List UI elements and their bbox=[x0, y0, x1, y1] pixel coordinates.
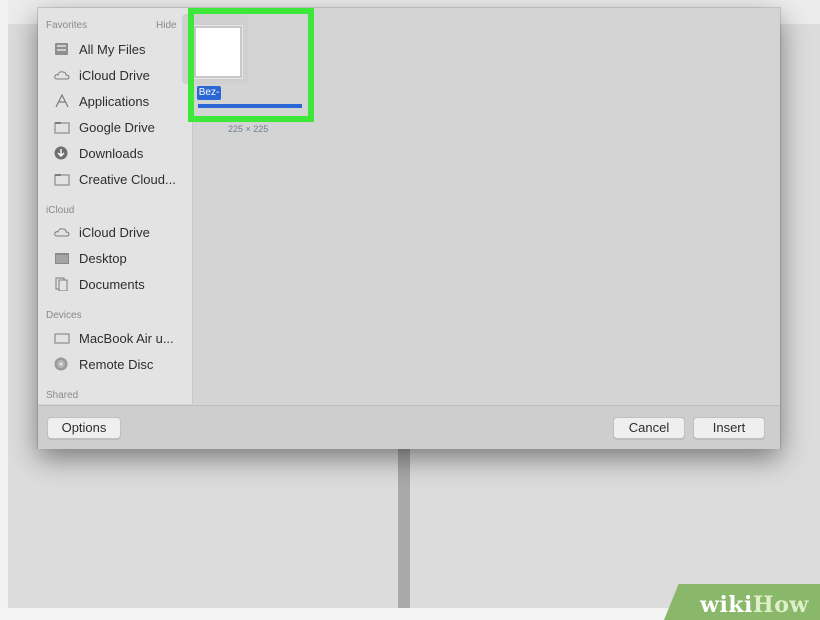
sidebar-item-desktop[interactable]: Desktop bbox=[54, 248, 127, 268]
sidebar-item-google-drive[interactable]: Google Drive bbox=[54, 117, 155, 137]
hide-favorites-link[interactable]: Hide bbox=[156, 20, 177, 31]
sidebar-item-creative-cloud[interactable]: Creative Cloud... bbox=[54, 169, 176, 189]
shared-header: Shared bbox=[46, 390, 79, 401]
all-files-icon bbox=[54, 42, 70, 56]
sidebar-item-label: Documents bbox=[79, 276, 145, 292]
sidebar-item-label: Applications bbox=[79, 93, 150, 109]
documents-icon bbox=[54, 277, 70, 291]
sidebar-item-label: Creative Cloud... bbox=[79, 171, 176, 187]
sidebar-item-icloud-drive-2[interactable]: iCloud Drive bbox=[54, 222, 150, 242]
sidebar-item-all-my-files[interactable]: All My Files bbox=[54, 39, 145, 59]
sidebar-item-label: iCloud Drive bbox=[79, 67, 150, 83]
sidebar-item-icloud-drive[interactable]: iCloud Drive bbox=[54, 65, 150, 85]
download-icon bbox=[54, 146, 70, 160]
sidebar-item-macbook[interactable]: MacBook Air u... bbox=[54, 328, 174, 348]
background-divider bbox=[398, 440, 410, 620]
insert-button[interactable]: Insert bbox=[693, 417, 765, 439]
sidebar-item-label: MacBook Air u... bbox=[79, 330, 174, 346]
watermark-logo: wikiHow bbox=[700, 592, 809, 618]
sidebar-item-label: All My Files bbox=[79, 41, 146, 57]
sidebar-item-remote-disc[interactable]: Remote Disc bbox=[54, 354, 153, 374]
sidebar-item-label: Downloads bbox=[79, 145, 144, 161]
favorites-header: Favorites bbox=[46, 20, 88, 31]
applications-icon bbox=[54, 94, 70, 108]
icloud-header: iCloud bbox=[46, 205, 75, 216]
highlight-box bbox=[188, 8, 314, 122]
sidebar-item-documents[interactable]: Documents bbox=[54, 274, 145, 294]
file-dimensions: 225 × 225 bbox=[228, 124, 269, 134]
background-edge bbox=[0, 0, 8, 620]
sidebar-item-downloads[interactable]: Downloads bbox=[54, 143, 143, 163]
watermark-part2: How bbox=[752, 592, 809, 618]
dialog-button-bar: Options Cancel Insert bbox=[38, 405, 780, 449]
sidebar-item-label: Desktop bbox=[79, 250, 127, 266]
cancel-button[interactable]: Cancel bbox=[613, 417, 685, 439]
sidebar-item-label: iCloud Drive bbox=[79, 224, 150, 240]
folder-icon bbox=[54, 172, 70, 186]
laptop-icon bbox=[54, 331, 70, 345]
options-button[interactable]: Options bbox=[47, 417, 121, 439]
disc-icon bbox=[54, 357, 70, 371]
sidebar: Favorites Hide All My Files iCloud Drive… bbox=[38, 8, 193, 404]
insert-picture-dialog: Favorites Hide All My Files iCloud Drive… bbox=[38, 8, 780, 449]
cloud-icon bbox=[54, 68, 70, 82]
sidebar-item-label: Google Drive bbox=[79, 119, 155, 135]
sidebar-item-applications[interactable]: Applications bbox=[54, 91, 149, 111]
cloud-icon bbox=[54, 225, 70, 239]
desktop-folder-icon bbox=[54, 251, 70, 265]
devices-header: Devices bbox=[46, 310, 82, 321]
folder-icon bbox=[54, 120, 70, 134]
watermark-part1: wiki bbox=[700, 592, 753, 618]
sidebar-item-label: Remote Disc bbox=[79, 356, 154, 372]
